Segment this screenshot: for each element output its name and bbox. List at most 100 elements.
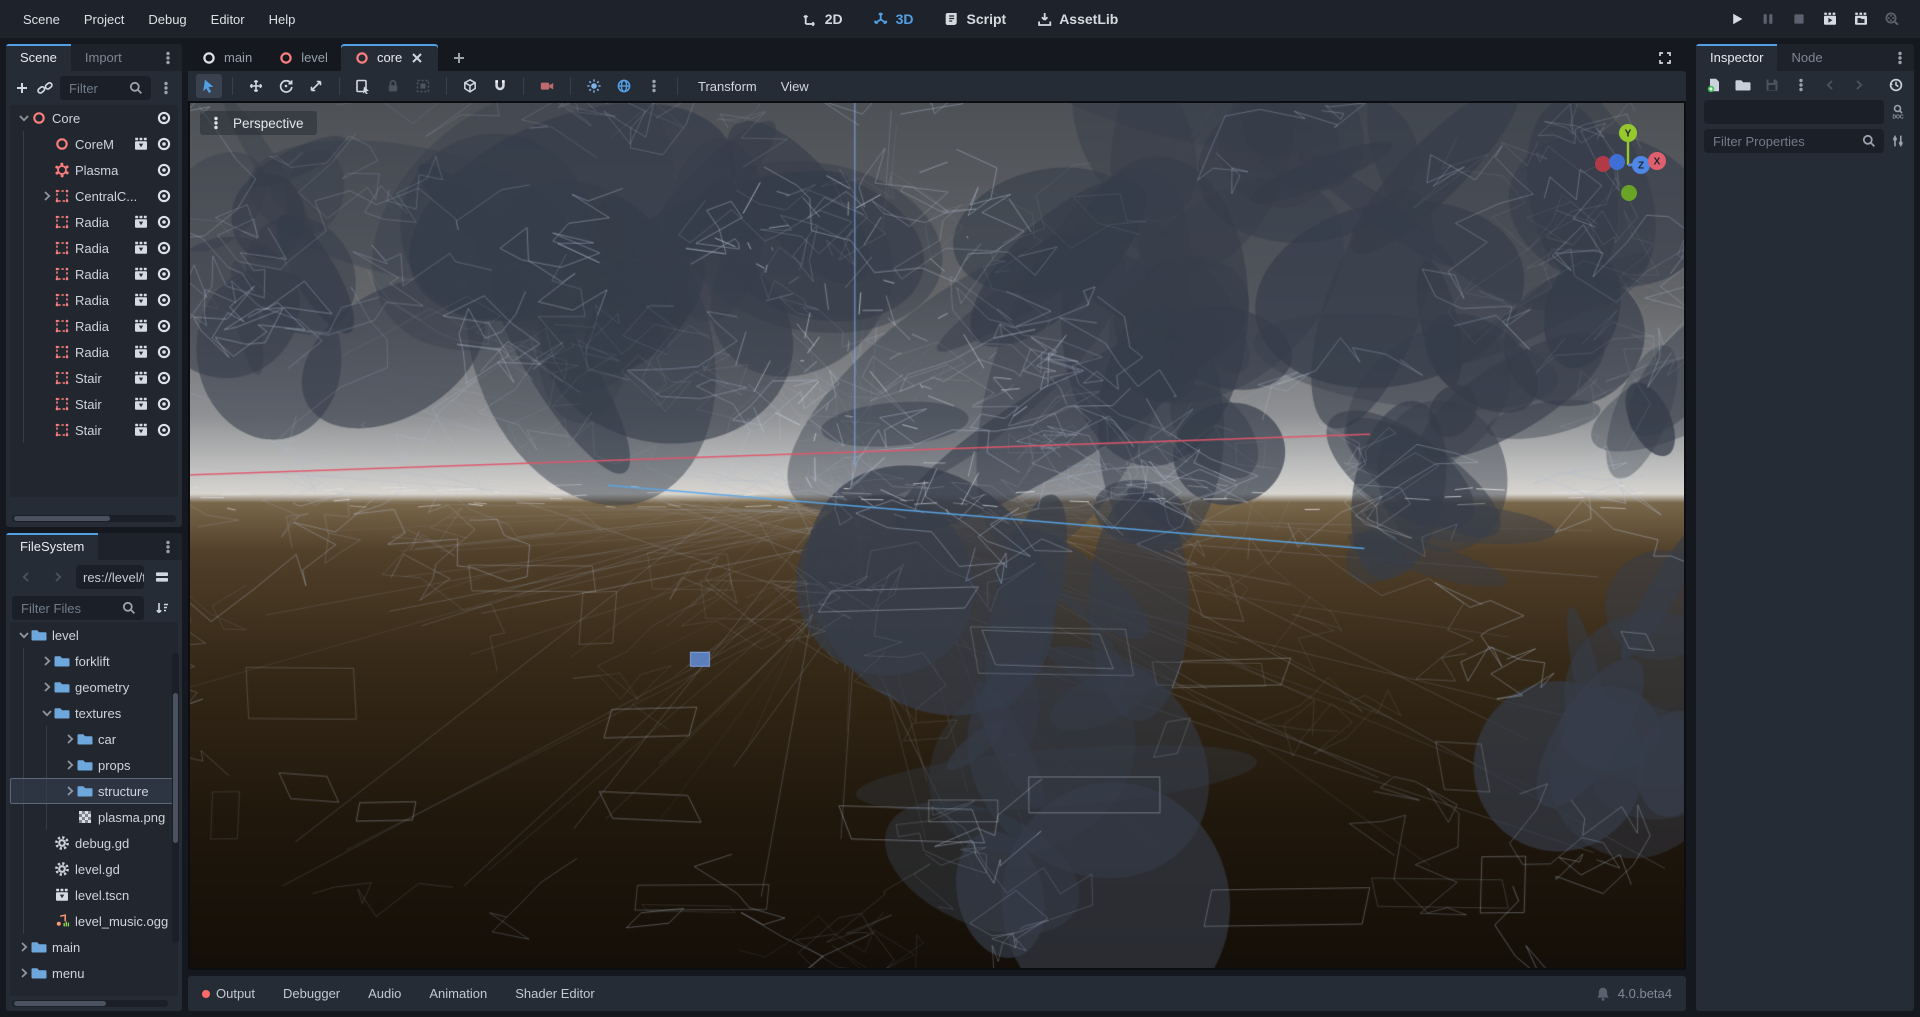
tab-options-menu[interactable]	[1886, 44, 1914, 71]
menu-debug[interactable]: Debug	[137, 8, 197, 31]
collapse-arrow-icon[interactable]	[16, 627, 31, 643]
filter-files-input[interactable]	[19, 600, 117, 617]
scene-tree-row[interactable]: Stair	[10, 391, 178, 417]
menu-view[interactable]: View	[771, 76, 819, 97]
expand-arrow-icon[interactable]	[62, 757, 77, 773]
filesystem-row[interactable]: level.gd	[10, 856, 178, 882]
scene-tree-row[interactable]: Core	[10, 105, 178, 131]
axis-gizmo[interactable]: Y Z X	[1580, 115, 1676, 211]
scene-tree-row[interactable]: Radia	[10, 339, 178, 365]
axis-neg-z-ball[interactable]	[1609, 154, 1625, 170]
split-mode-icon[interactable]	[148, 569, 176, 585]
movie-maker-toggle[interactable]	[1884, 11, 1900, 27]
bottom-panel-animation[interactable]: Animation	[415, 976, 501, 1011]
axis-neg-x-ball[interactable]	[1595, 156, 1611, 172]
filesystem-row[interactable]: debug.gd	[10, 830, 178, 856]
sort-files-icon[interactable]	[148, 600, 176, 616]
visibility-eye-icon[interactable]	[156, 214, 172, 230]
tab-import[interactable]: Import	[71, 44, 136, 71]
editable-instance-icon[interactable]	[133, 318, 149, 334]
expand-arrow-icon[interactable]	[16, 965, 31, 981]
stop-button[interactable]	[1791, 11, 1807, 27]
expand-arrow-icon[interactable]	[39, 188, 54, 204]
play-custom-scene-button[interactable]	[1853, 11, 1869, 27]
axis-neg-y-ball[interactable]	[1621, 185, 1637, 201]
collapse-arrow-icon[interactable]	[16, 110, 31, 126]
expand-arrow-icon[interactable]	[62, 783, 77, 799]
visibility-eye-icon[interactable]	[156, 162, 172, 178]
history-back-button[interactable]	[1822, 77, 1838, 93]
menu-project[interactable]: Project	[73, 8, 135, 31]
visibility-eye-icon[interactable]	[156, 344, 172, 360]
filesystem-row[interactable]: level.tscn	[10, 882, 178, 908]
visibility-eye-icon[interactable]	[156, 370, 172, 386]
scene-tree-row[interactable]: Stair	[10, 417, 178, 443]
new-resource-button[interactable]	[1706, 77, 1722, 93]
visibility-eye-icon[interactable]	[156, 422, 172, 438]
visibility-eye-icon[interactable]	[156, 318, 172, 334]
resource-name-field[interactable]	[1711, 104, 1877, 121]
selection-list-button[interactable]	[350, 74, 376, 98]
resource-name-field-wrap[interactable]	[1704, 100, 1884, 124]
pause-button[interactable]	[1760, 11, 1776, 27]
visibility-eye-icon[interactable]	[156, 396, 172, 412]
filesystem-options-menu[interactable]	[154, 533, 182, 560]
filesystem-hscrollbar[interactable]	[12, 1000, 168, 1007]
filesystem-row[interactable]: forklift	[10, 648, 178, 674]
instance-scene-button[interactable]	[37, 80, 53, 96]
scene-tree-row[interactable]: CoreM	[10, 131, 178, 157]
menu-scene[interactable]: Scene	[12, 8, 71, 31]
history-back-icon[interactable]	[12, 569, 40, 585]
editable-instance-icon[interactable]	[133, 396, 149, 412]
visibility-eye-icon[interactable]	[156, 292, 172, 308]
scene-tree-options-menu[interactable]	[158, 80, 174, 96]
editable-instance-icon[interactable]	[133, 422, 149, 438]
filesystem-row[interactable]: level_music.ogg	[10, 908, 178, 934]
filesystem-row[interactable]: textures	[10, 700, 178, 726]
workspace-3d[interactable]: 3D	[873, 11, 914, 27]
preview-environment-toggle[interactable]	[611, 74, 637, 98]
filesystem-row[interactable]: props	[10, 752, 178, 778]
scene-tree-row[interactable]: Radia	[10, 261, 178, 287]
doc-search-icon[interactable]: DOC	[1890, 104, 1906, 120]
tab-node[interactable]: Node	[1777, 44, 1836, 71]
preview-sun-toggle[interactable]	[581, 74, 607, 98]
menu-editor[interactable]: Editor	[200, 8, 256, 31]
perspective-menu[interactable]: Perspective	[200, 111, 317, 135]
play-button[interactable]	[1729, 11, 1745, 27]
bottom-panel-audio[interactable]: Audio	[354, 976, 415, 1011]
scene-filter-input[interactable]	[67, 80, 124, 97]
scene-tab-level[interactable]: level	[265, 44, 341, 71]
tab-filesystem[interactable]: FileSystem	[6, 533, 98, 560]
snap-toggle[interactable]	[487, 74, 513, 98]
add-node-button[interactable]	[14, 80, 30, 96]
rotate-tool-button[interactable]	[273, 74, 299, 98]
scene-tree-hscrollbar[interactable]	[12, 515, 176, 522]
filesystem-row[interactable]: menu	[10, 960, 178, 986]
scene-tree-row[interactable]: Radia	[10, 287, 178, 313]
notification-bell-icon[interactable]	[1595, 986, 1611, 1002]
tab-options-menu[interactable]	[154, 44, 182, 71]
filesystem-row[interactable]: structure	[10, 778, 178, 804]
editable-instance-icon[interactable]	[133, 370, 149, 386]
menu-transform[interactable]: Transform	[688, 76, 767, 97]
visibility-eye-icon[interactable]	[156, 136, 172, 152]
expand-arrow-icon[interactable]	[39, 653, 54, 669]
filesystem-row[interactable]: car	[10, 726, 178, 752]
filter-properties-input[interactable]	[1711, 133, 1857, 150]
filesystem-vscrollbar[interactable]	[172, 653, 179, 943]
property-filter-options-icon[interactable]	[1890, 133, 1906, 149]
editable-instance-icon[interactable]	[133, 344, 149, 360]
expand-arrow-icon[interactable]	[16, 939, 31, 955]
visibility-eye-icon[interactable]	[156, 240, 172, 256]
visibility-eye-icon[interactable]	[156, 188, 172, 204]
visibility-eye-icon[interactable]	[156, 110, 172, 126]
3d-viewport[interactable]: Perspective Y Z X	[188, 101, 1686, 970]
local-space-toggle[interactable]	[457, 74, 483, 98]
scene-tab-main[interactable]: main	[188, 44, 265, 71]
scene-tree-row[interactable]: Radia	[10, 235, 178, 261]
save-resource-button[interactable]	[1764, 77, 1780, 93]
workspace-assetlib[interactable]: AssetLib	[1036, 11, 1118, 27]
expand-arrow-icon[interactable]	[62, 731, 77, 747]
visibility-eye-icon[interactable]	[156, 266, 172, 282]
